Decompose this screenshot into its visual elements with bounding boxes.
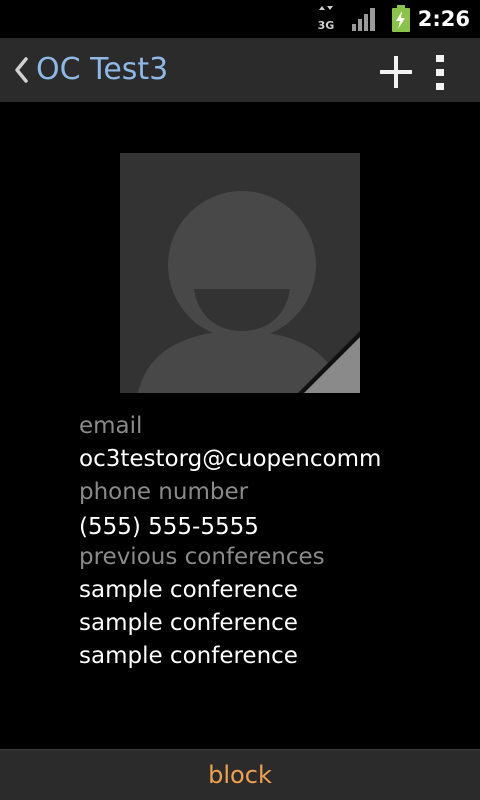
bottom-bar: block: [0, 749, 480, 800]
add-button[interactable]: [376, 52, 416, 92]
status-time: 2:26: [417, 7, 470, 31]
conference-item[interactable]: sample conference: [79, 575, 298, 605]
plus-icon: [380, 56, 412, 88]
data-3g-icon: 3G: [316, 0, 336, 38]
email-label: email: [79, 413, 143, 439]
battery-charging-icon: [390, 0, 412, 38]
email-value[interactable]: oc3testorg@cuopencomm: [79, 444, 381, 474]
phone-label: phone number: [79, 479, 249, 505]
network-type-label: 3G: [318, 19, 335, 32]
overflow-menu-icon: [436, 55, 444, 90]
status-bar: 3G 2:26: [0, 0, 480, 38]
conference-item[interactable]: sample conference: [79, 608, 298, 638]
block-button[interactable]: block: [0, 750, 480, 800]
previous-conferences-label: previous conferences: [79, 544, 325, 570]
action-bar: OC Test3: [0, 38, 480, 102]
chevron-left-icon[interactable]: [12, 56, 32, 84]
signal-icon: [351, 0, 377, 38]
overflow-menu-button[interactable]: [428, 52, 452, 92]
phone-value[interactable]: (555) 555-5555: [79, 512, 259, 542]
page-title[interactable]: OC Test3: [36, 52, 168, 88]
conference-item[interactable]: sample conference: [79, 641, 298, 671]
contact-photo[interactable]: [120, 153, 360, 393]
default-contact-photo-icon: [120, 153, 360, 393]
